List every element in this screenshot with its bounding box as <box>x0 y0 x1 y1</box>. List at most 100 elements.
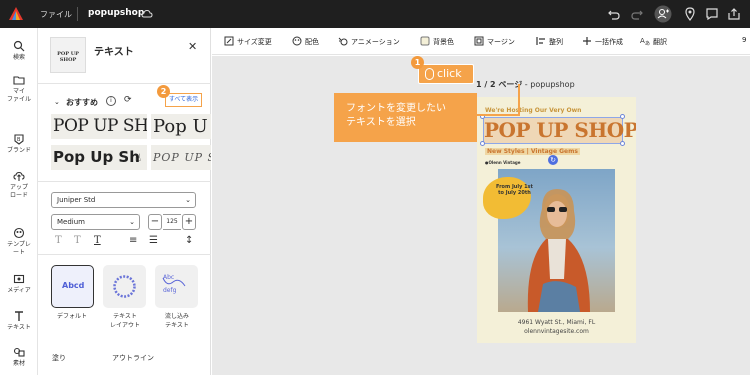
bulk-create-button[interactable]: 一括作成 <box>582 36 623 47</box>
close-icon[interactable]: ✕ <box>188 40 197 53</box>
rail-item-brand[interactable]: B ブランド <box>0 133 38 155</box>
mouse-icon <box>425 68 434 80</box>
style-default-card[interactable]: Abcd <box>51 265 94 308</box>
rail-item-text[interactable]: テキスト <box>0 310 38 332</box>
redo-icon[interactable] <box>630 7 644 21</box>
rail-label: 素材 <box>12 360 25 367</box>
resize-button[interactable]: サイズ変更 <box>224 36 272 47</box>
font-sample-card[interactable]: POP UP SHOP <box>151 145 211 170</box>
poster-tagline[interactable]: We're Hosting Our Very Own <box>485 107 581 114</box>
toolbar-label: 背景色 <box>433 38 454 46</box>
style-sample: Abcd <box>62 281 85 290</box>
comment-icon[interactable] <box>705 7 719 21</box>
cloud-icon[interactable] <box>141 8 153 20</box>
location-pin-icon[interactable] <box>683 7 697 21</box>
document-name[interactable]: popupshop <box>88 8 144 18</box>
margin-icon <box>474 36 484 46</box>
line-spacing-icon[interactable]: ↕ <box>185 235 193 246</box>
text-style-plain-icon[interactable]: T <box>55 235 62 246</box>
font-family-select[interactable]: Juniper Std ⌄ <box>51 192 196 208</box>
rail-label: メディア <box>7 287 31 294</box>
text-style-underline-icon[interactable]: T <box>94 235 101 246</box>
rail-label: テンプレ ート <box>7 241 31 256</box>
translate-button[interactable]: A あ翻訳 <box>640 36 667 47</box>
font-sample-card[interactable]: Pop Up Sh <box>51 145 147 170</box>
resize-handle[interactable] <box>620 141 625 146</box>
rail-item-media[interactable]: メディア <box>0 273 38 295</box>
style-flow-text-card[interactable]: Abc defg <box>155 265 198 308</box>
media-icon <box>13 274 25 284</box>
resize-handle[interactable] <box>480 141 485 146</box>
annotation-connector <box>518 84 520 114</box>
panel-thumbnail: POP UP SHOP <box>50 37 86 73</box>
file-menu[interactable]: ファイル <box>40 9 72 20</box>
divider <box>77 7 78 21</box>
poster-website[interactable]: olennvintagesite.com <box>477 328 636 335</box>
font-sample-card[interactable]: Pop U <box>151 114 211 139</box>
chevron-down-icon[interactable]: ⌄ <box>54 98 60 106</box>
rail-item-upload[interactable]: アップ ロード <box>0 170 38 200</box>
poster-brand[interactable]: ●Olenn Vintage <box>485 160 521 165</box>
svg-text:B: B <box>17 137 21 143</box>
instruction-callout: フォントを変更したい テキストを選択 <box>334 93 477 142</box>
font-weight-value: Medium <box>57 218 85 226</box>
poster-address[interactable]: 4961 Wyatt St., Miami, FL <box>477 319 636 326</box>
poster-headline[interactable]: POP UP SHOP <box>484 118 636 142</box>
refresh-icon[interactable]: ⟳ <box>124 95 132 105</box>
share-icon[interactable] <box>727 7 741 21</box>
margin-button[interactable]: マージン <box>474 36 515 47</box>
undo-icon[interactable] <box>607 7 621 21</box>
brand-icon: B <box>14 134 24 145</box>
toolbar-label: 配色 <box>305 38 319 46</box>
increase-size-button[interactable]: + <box>182 214 196 230</box>
poster-dates[interactable]: From July 1st to July 20th <box>496 184 533 196</box>
chevron-down-icon: ⌄ <box>185 196 191 204</box>
poster-page[interactable]: We're Hosting Our Very Own POP UP SHOP N… <box>477 97 636 343</box>
font-size-input[interactable]: 125 <box>163 214 181 230</box>
align-icon <box>536 37 545 45</box>
decrease-size-button[interactable]: − <box>148 214 162 230</box>
upload-icon <box>13 171 25 181</box>
see-all-button[interactable]: すべて表示 <box>165 93 202 107</box>
svg-text:あ: あ <box>645 41 650 46</box>
top-bar: ファイル popupshop <box>0 0 750 28</box>
rail-item-templates[interactable]: テンプレ ート <box>0 227 38 257</box>
info-icon[interactable]: i <box>106 96 116 106</box>
toolbar-label: 翻訳 <box>653 38 667 46</box>
font-weight-select[interactable]: Medium ⌄ <box>51 214 140 230</box>
rail-label: テキスト <box>7 324 31 331</box>
style-label: 流し込み テキスト <box>164 313 189 329</box>
divider <box>38 254 211 255</box>
rotate-handle-icon[interactable]: ↻ <box>548 155 558 165</box>
annotation-connector <box>477 114 520 116</box>
rail-item-my-files[interactable]: マイ ファイル <box>0 74 38 104</box>
panel-title: テキスト <box>94 47 134 58</box>
background-swatch-icon <box>420 36 430 46</box>
invite-user-icon[interactable] <box>654 5 672 23</box>
toolbar-overflow[interactable]: 9 <box>742 36 746 44</box>
page-indicator[interactable]: 1 / 2 ページ - popupshop <box>476 79 575 90</box>
text-style-outline-icon[interactable]: T <box>74 235 81 246</box>
text-panel: POP UP SHOP テキスト ✕ ⌄ おすすめ i ⟳ すべて表示 2 PO… <box>38 28 211 375</box>
align-left-icon[interactable]: ≡ <box>129 235 137 246</box>
rail-label: アップ ロード <box>9 184 28 199</box>
rail-item-elements[interactable]: 素材 <box>0 346 38 368</box>
page-number: 1 / 2 ページ <box>476 80 523 89</box>
flow-path-icon <box>162 277 186 287</box>
style-text-layout-card[interactable] <box>103 265 146 308</box>
bullet-list-icon[interactable]: ☰ <box>149 235 158 246</box>
circular-text-icon <box>113 275 136 298</box>
color-scheme-button[interactable]: 配色 <box>292 36 319 47</box>
context-toolbar: サイズ変更 配色 アニメーション 背景色 マージン 整列 一括作成 A あ翻訳 9 <box>212 28 750 55</box>
adobe-express-logo-icon[interactable] <box>8 6 24 22</box>
rail-label: マイ ファイル <box>6 88 31 103</box>
font-sample-card[interactable]: POP UP SHOP <box>51 114 147 139</box>
rail-item-search[interactable]: 検索 <box>0 40 38 62</box>
page-name: popupshop <box>530 80 575 89</box>
poster-subtitle[interactable]: New Styles | Vintage Gems <box>485 148 580 155</box>
rail-label: 検索 <box>12 54 25 61</box>
background-color-button[interactable]: 背景色 <box>420 36 454 47</box>
animation-button[interactable]: アニメーション <box>338 36 400 47</box>
align-button[interactable]: 整列 <box>536 36 563 47</box>
resize-handle[interactable] <box>620 114 625 119</box>
